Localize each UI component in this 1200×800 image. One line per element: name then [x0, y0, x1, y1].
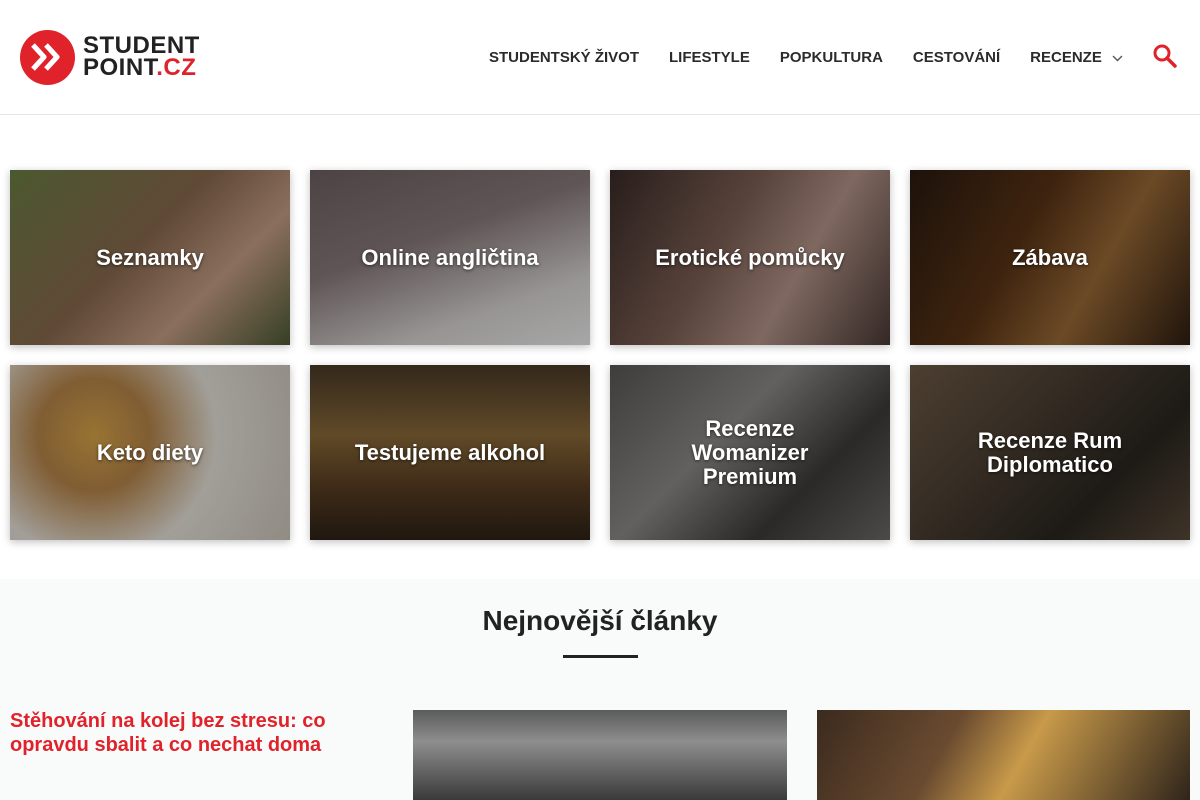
category-label: Testujeme alkohol: [354, 439, 546, 465]
search-icon[interactable]: [1152, 43, 1178, 69]
category-tile-seznamky[interactable]: Seznamky: [10, 170, 290, 345]
article-title-link[interactable]: Stěhování na kolej bez stresu: co opravd…: [10, 709, 370, 757]
category-tile-recenze-rum[interactable]: Recenze Rum Diplomatico: [910, 365, 1190, 540]
category-label: Recenze Womanizer Premium: [691, 415, 809, 489]
category-label: Erotické pomůcky: [655, 244, 845, 270]
nav-item-cestovani[interactable]: CESTOVÁNÍ: [898, 49, 1015, 66]
site-header: STUDENT POINT.CZ STUDENTSKÝ ŽIVOT LIFEST…: [0, 0, 1200, 115]
site-logo[interactable]: STUDENT POINT.CZ: [20, 29, 200, 85]
title-underline: [563, 655, 638, 658]
category-tile-recenze-womanizer[interactable]: Recenze Womanizer Premium: [610, 365, 890, 540]
category-label: Keto diety: [96, 439, 204, 465]
latest-articles-section: Nejnovější články Stěhování na kolej bez…: [0, 579, 1200, 800]
logo-mark-icon: [20, 29, 75, 85]
logo-text: STUDENT POINT.CZ: [83, 32, 200, 81]
chevron-down-icon: [1112, 49, 1123, 66]
category-tile-testujeme-alkohol[interactable]: Testujeme alkohol: [310, 365, 590, 540]
category-tile-online-anglictina[interactable]: Online angličtina: [310, 170, 590, 345]
category-label: Online angličtina: [361, 244, 539, 270]
nav-item-recenze[interactable]: RECENZE: [1015, 49, 1138, 66]
nav-item-lifestyle[interactable]: LIFESTYLE: [654, 49, 765, 66]
category-tile-keto-diety[interactable]: Keto diety: [10, 365, 290, 540]
article-thumbnail[interactable]: [413, 710, 787, 800]
section-title: Nejnovější články: [482, 605, 718, 636]
category-label: Zábava: [1012, 244, 1088, 270]
nav-item-studentsky-zivot[interactable]: STUDENTSKÝ ŽIVOT: [474, 49, 654, 66]
category-label: Seznamky: [96, 244, 204, 270]
main-nav: STUDENTSKÝ ŽIVOT LIFESTYLE POPKULTURA CE…: [474, 0, 1138, 114]
nav-item-popkultura[interactable]: POPKULTURA: [765, 49, 898, 66]
category-tile-eroticke-pomucky[interactable]: Erotické pomůcky: [610, 170, 890, 345]
category-label: Recenze Rum Diplomatico: [977, 427, 1123, 477]
category-tile-zabava[interactable]: Zábava: [910, 170, 1190, 345]
article-thumbnail[interactable]: [817, 710, 1190, 800]
